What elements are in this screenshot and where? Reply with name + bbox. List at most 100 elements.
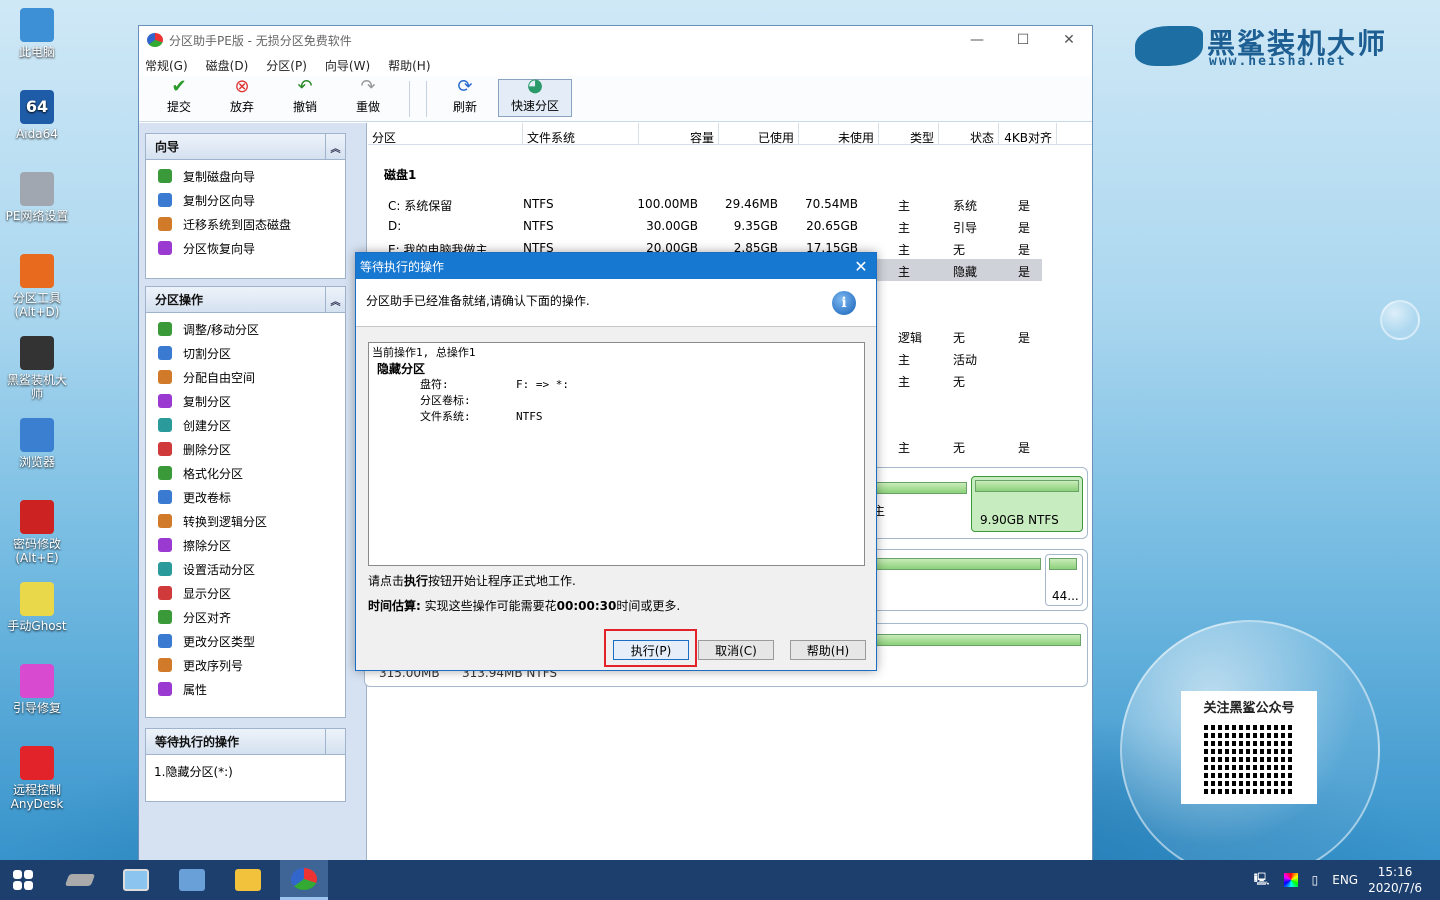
- operations-detail-box[interactable]: 当前操作1, 总操作1 隐藏分区 盘符: F: => *: 分区卷标: 文件系统: NT…: [368, 342, 865, 566]
- execute-button[interactable]: 执行(P): [613, 640, 689, 660]
- item-label: 更改分区类型: [183, 634, 256, 649]
- wizard-items-1[interactable]: 复制分区向导: [146, 188, 345, 212]
- clock[interactable]: 15:16 2020/7/6: [1368, 864, 1422, 896]
- wizard-panel-header[interactable]: 向导 ︽: [146, 134, 345, 160]
- ops-items-0[interactable]: 调整/移动分区: [146, 317, 345, 341]
- ops-items-8[interactable]: 转换到逻辑分区: [146, 509, 345, 533]
- desktop-icon-8[interactable]: 引导修复: [2, 664, 72, 715]
- ops-panel-header[interactable]: 分区操作 ︽: [146, 287, 345, 313]
- disk-map-partition[interactable]: 9.90GB NTFS: [971, 476, 1083, 532]
- start-button[interactable]: [0, 860, 46, 900]
- desktop-icon-label: Aida64: [16, 127, 58, 141]
- usb-icon[interactable]: ▯: [1312, 873, 1319, 887]
- desktop-icon-6[interactable]: 密码修改 (Alt+E): [2, 500, 72, 565]
- desktop-icon-9[interactable]: 远程控制 AnyDesk: [2, 746, 72, 811]
- network-icon[interactable]: 🖳: [1254, 870, 1270, 891]
- ops-items-6[interactable]: 格式化分区: [146, 461, 345, 485]
- desktop-icon-image: [20, 8, 54, 42]
- desktop-icon-label: 手动Ghost: [7, 619, 67, 633]
- ops-items-7[interactable]: 更改卷标: [146, 485, 345, 509]
- menu-item-0[interactable]: 常规(G): [145, 57, 188, 74]
- toolbar-button-5[interactable]: ◕ 快速分区: [498, 77, 572, 117]
- redo-icon: ↷: [360, 76, 376, 97]
- wizard-items-3[interactable]: 分区恢复向导: [146, 236, 345, 260]
- close-button[interactable]: ✕: [1046, 26, 1092, 54]
- maximize-button[interactable]: ☐: [1000, 26, 1046, 54]
- desktop-icon-0[interactable]: 此电脑: [2, 8, 72, 59]
- ops-items-9[interactable]: 擦除分区: [146, 533, 345, 557]
- toolbar-button-3[interactable]: ↷ 重做: [338, 76, 398, 117]
- help-button[interactable]: 帮助(H): [790, 640, 866, 660]
- cell-type: 主: [898, 353, 911, 367]
- operation-name: 隐藏分区: [377, 362, 426, 376]
- dialog-close-icon[interactable]: ✕: [846, 257, 876, 276]
- toolbar-button-2[interactable]: ↶ 撤销: [275, 78, 335, 117]
- desktop-icon-4[interactable]: 黑鲨装机大 师: [2, 336, 72, 401]
- minimize-button[interactable]: —: [954, 26, 1000, 54]
- column-header-6[interactable]: 状态: [939, 123, 999, 145]
- ops-items-11[interactable]: 显示分区: [146, 581, 345, 605]
- ops-items-2[interactable]: 分配自由空间: [146, 365, 345, 389]
- menu-item-4[interactable]: 帮助(H): [388, 57, 430, 74]
- column-header-1[interactable]: 文件系统: [523, 123, 639, 145]
- desktop-icon-3[interactable]: 分区工具 (Alt+D): [2, 254, 72, 319]
- ops-items-15[interactable]: 属性: [146, 677, 345, 701]
- taskbar-computer-icon[interactable]: [112, 860, 160, 900]
- taskbar-keyboard-icon[interactable]: [168, 860, 216, 900]
- column-header-3[interactable]: 已使用: [719, 123, 799, 145]
- cell-free: 20.65GB: [806, 219, 858, 233]
- desktop-icon-5[interactable]: 浏览器: [2, 418, 72, 469]
- language-indicator[interactable]: ENG: [1332, 873, 1358, 887]
- partition-usage-bar: [1049, 558, 1077, 570]
- column-header-7[interactable]: 4KB对齐: [999, 123, 1057, 145]
- desktop-icon-7[interactable]: 手动Ghost: [2, 582, 72, 633]
- window-titlebar[interactable]: 分区助手PE版 - 无损分区免费软件 — ☐ ✕: [139, 26, 1092, 54]
- column-header-0[interactable]: 分区: [368, 123, 523, 145]
- expand-icon[interactable]: [325, 729, 345, 755]
- desktop-icon-label: 引导修复: [12, 701, 61, 715]
- toolbar-label: 刷新: [452, 100, 477, 114]
- ops-items-10[interactable]: 设置活动分区: [146, 557, 345, 581]
- menu-item-1[interactable]: 磁盘(D): [206, 57, 249, 74]
- wizard-items-2[interactable]: 迁移系统到固态磁盘: [146, 212, 345, 236]
- menu-item-2[interactable]: 分区(P): [266, 57, 307, 74]
- item-label: 复制分区: [183, 394, 232, 409]
- cancel-button[interactable]: 取消(C): [698, 640, 774, 660]
- partition-row[interactable]: 主 隐藏 是: [874, 259, 1042, 281]
- pending-panel-header[interactable]: 等待执行的操作: [146, 729, 345, 755]
- disk-map-partition-label: 9.90GB NTFS: [980, 513, 1059, 527]
- disk-map-partition[interactable]: 44...: [1045, 554, 1083, 606]
- toolbar-button-4[interactable]: ⟳ 刷新: [435, 78, 495, 117]
- color-icon[interactable]: [1283, 873, 1298, 887]
- dialog-titlebar[interactable]: 等待执行的操作 ✕: [356, 253, 876, 279]
- column-header-2[interactable]: 容量: [639, 123, 719, 145]
- column-header-4[interactable]: 未使用: [799, 123, 879, 145]
- toolbar-button-1[interactable]: ⊗ 放弃: [212, 78, 272, 117]
- ops-items-1[interactable]: 切割分区: [146, 341, 345, 365]
- ops-items-3[interactable]: 复制分区: [146, 389, 345, 413]
- wizard-items-0[interactable]: 复制磁盘向导: [146, 164, 345, 188]
- ops-items-14[interactable]: 更改序列号: [146, 653, 345, 677]
- column-header-5[interactable]: 类型: [879, 123, 939, 145]
- ops-items-13[interactable]: 更改分区类型: [146, 629, 345, 653]
- collapse-icon[interactable]: ︽: [325, 287, 345, 313]
- desktop-icon-1[interactable]: 64 Aida64: [2, 90, 72, 141]
- collapse-icon[interactable]: ︽: [325, 134, 345, 160]
- disk-label[interactable]: 磁盘1: [384, 166, 416, 183]
- taskbar-partition-assistant-icon[interactable]: [280, 860, 328, 900]
- partition-row[interactable]: D: NTFS 30.00GB 9.35GB 20.65GB 主 引导 是: [368, 215, 1048, 237]
- operation-icon: [158, 682, 172, 696]
- menu-item-3[interactable]: 向导(W): [325, 57, 370, 74]
- toolbar-button-0[interactable]: ✔ 提交: [149, 78, 209, 117]
- desktop-icon-2[interactable]: PE网络设置: [2, 172, 72, 223]
- dialog-message: 分区助手已经准备就绪,请确认下面的操作.: [366, 294, 590, 308]
- taskbar-drive-icon[interactable]: [56, 860, 104, 900]
- ops-items-12[interactable]: 分区对齐: [146, 605, 345, 629]
- partition-row[interactable]: C: 系统保留 NTFS 100.00MB 29.46MB 70.54MB 主 系统 是: [368, 193, 1048, 215]
- dialog-title: 等待执行的操作: [360, 259, 445, 274]
- taskbar-explorer-icon[interactable]: [224, 860, 272, 900]
- ops-items-5[interactable]: 删除分区: [146, 437, 345, 461]
- ops-items-4[interactable]: 创建分区: [146, 413, 345, 437]
- pending-item[interactable]: 1.隐藏分区(*:): [154, 763, 345, 780]
- cell-align: 是: [1018, 199, 1031, 213]
